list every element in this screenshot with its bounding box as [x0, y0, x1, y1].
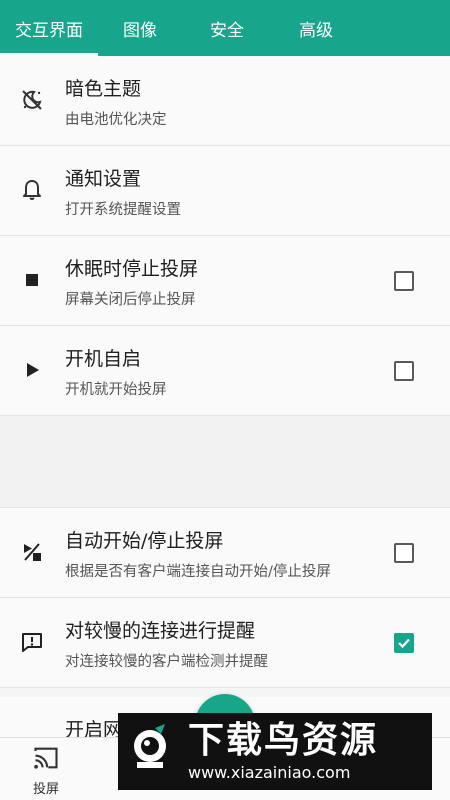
tab-advanced[interactable]: 高级: [272, 0, 360, 56]
top-tab-bar: 交互界面 图像 安全 高级: [0, 0, 450, 56]
watermark: 下载鸟资源 www.xiazainiao.com: [118, 713, 432, 790]
play-icon: [20, 358, 44, 382]
setting-title: 自动开始/停止投屏: [65, 530, 224, 552]
setting-notification[interactable]: 通知设置 打开系统提醒设置: [0, 146, 450, 236]
watermark-main: 下载鸟资源: [188, 719, 379, 761]
setting-dark-theme[interactable]: 暗色主题 由电池优化决定: [0, 56, 450, 146]
start-on-boot-checkbox[interactable]: [394, 361, 414, 381]
auto-start-stop-icon: [20, 540, 44, 564]
stop-on-sleep-checkbox[interactable]: [394, 271, 414, 291]
tab-interaction[interactable]: 交互界面: [0, 0, 98, 56]
tab-security[interactable]: 安全: [182, 0, 272, 56]
cast-icon: [32, 744, 60, 776]
tab-label: 图像: [123, 20, 157, 41]
bell-icon: [20, 178, 44, 202]
setting-slow-connection-alert[interactable]: 对较慢的连接进行提醒 对连接较慢的客户端检测并提醒: [0, 598, 450, 688]
watermark-logo-icon: [118, 713, 182, 790]
setting-stop-on-sleep[interactable]: 休眠时停止投屏 屏幕关闭后停止投屏: [0, 236, 450, 326]
setting-subtitle: 打开系统提醒设置: [65, 202, 181, 218]
tab-label: 高级: [299, 20, 333, 41]
setting-title: 通知设置: [65, 168, 142, 190]
slow-connection-checkbox[interactable]: [394, 633, 414, 653]
auto-start-stop-checkbox[interactable]: [394, 543, 414, 563]
checkmark-icon: [398, 638, 410, 649]
setting-start-on-boot[interactable]: 开机自启 开机就开始投屏: [0, 326, 450, 416]
setting-subtitle: 根据是否有客户端连接自动开始/停止投屏: [65, 564, 331, 580]
watermark-text: 下载鸟资源 www.xiazainiao.com: [182, 719, 379, 783]
setting-title: 休眠时停止投屏: [65, 258, 199, 280]
tab-image[interactable]: 图像: [98, 0, 182, 56]
setting-subtitle: 开机就开始投屏: [65, 382, 167, 398]
setting-auto-start-stop[interactable]: 自动开始/停止投屏 根据是否有客户端连接自动开始/停止投屏: [0, 508, 450, 598]
setting-title: 开启网: [65, 719, 123, 737]
setting-subtitle: 对连接较慢的客户端检测并提醒: [65, 654, 268, 670]
nav-label: 投屏: [32, 782, 59, 797]
setting-title: 开机自启: [65, 348, 142, 370]
nav-item-cast[interactable]: 投屏: [18, 744, 74, 798]
dark-theme-icon: [20, 88, 44, 112]
tab-label: 交互界面: [15, 20, 83, 41]
setting-subtitle: 屏幕关闭后停止投屏: [65, 292, 196, 308]
stop-icon: [20, 268, 44, 292]
feedback-alert-icon: [20, 630, 44, 654]
setting-title: 对较慢的连接进行提醒: [65, 620, 256, 642]
tab-label: 安全: [210, 20, 244, 41]
section-divider: [0, 416, 450, 508]
settings-list: 暗色主题 由电池优化决定 通知设置 打开系统提醒设置 休眠时停止投屏 屏幕关闭后…: [0, 56, 450, 688]
watermark-url: www.xiazainiao.com: [188, 762, 351, 782]
setting-title: 暗色主题: [65, 78, 142, 100]
setting-subtitle: 由电池优化决定: [65, 112, 167, 128]
